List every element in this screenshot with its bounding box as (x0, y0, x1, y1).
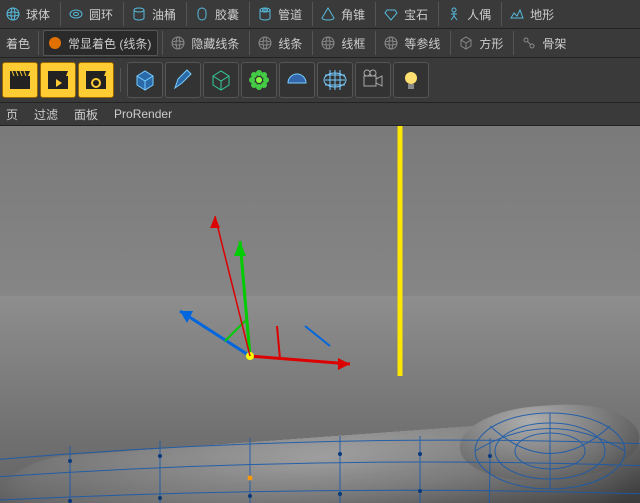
shading-toolbar: 着色 常显着色 (线条) 隐藏线条 线条 线框 等参线 方形 骨架 (0, 29, 640, 58)
divider (513, 31, 514, 55)
shelf-cube[interactable] (127, 62, 163, 98)
primitive-label: 角锥 (341, 6, 365, 23)
menu-item-panel[interactable]: 面板 (74, 106, 98, 123)
divider (438, 2, 439, 26)
figure-icon (445, 5, 463, 23)
shading-label: 骨架 (542, 35, 566, 52)
primitive-label: 油桶 (152, 6, 176, 23)
menu-item-filter[interactable]: 过滤 (34, 106, 58, 123)
divider (120, 68, 121, 92)
shading-skeleton[interactable]: 骨架 (518, 31, 572, 55)
shelf-clapper-play[interactable] (40, 62, 76, 98)
divider (249, 2, 250, 26)
shading-box[interactable]: 方形 (455, 31, 509, 55)
shading-lines[interactable]: 线条 (254, 31, 308, 55)
divider (162, 31, 163, 55)
wiresphere-icon (319, 34, 337, 52)
primitive-cone[interactable]: 角锥 (317, 2, 371, 26)
shelf-hemisphere[interactable] (279, 62, 315, 98)
primitive-capsule[interactable]: 胶囊 (191, 2, 245, 26)
tube-icon (256, 5, 274, 23)
shading-label: 常显着色 (线条) (68, 35, 151, 52)
divider (123, 2, 124, 26)
skeleton-icon (520, 34, 538, 52)
primitive-label: 球体 (26, 6, 50, 23)
shading-isoparms[interactable]: 等参线 (380, 31, 446, 55)
primitive-label: 圆环 (89, 6, 113, 23)
primitive-label: 宝石 (404, 6, 428, 23)
primitive-gem[interactable]: 宝石 (380, 2, 434, 26)
primitive-label: 地形 (530, 6, 554, 23)
shading-wireframe[interactable]: 线框 (317, 31, 371, 55)
divider (186, 2, 187, 26)
primitive-label: 胶囊 (215, 6, 239, 23)
primitive-sphere[interactable]: 球体 (2, 2, 56, 26)
divider (312, 31, 313, 55)
sphere-icon (4, 5, 22, 23)
terrain-icon (508, 5, 526, 23)
shelf-clapper-gear[interactable] (78, 62, 114, 98)
cone-icon (319, 5, 337, 23)
shelf-clapperboard[interactable] (2, 62, 38, 98)
shading-gouraud-lines[interactable]: 常显着色 (线条) (43, 30, 158, 56)
primitive-figure[interactable]: 人偶 (443, 2, 497, 26)
divider (60, 2, 61, 26)
gem-icon (382, 5, 400, 23)
shading-label: 线条 (278, 35, 302, 52)
divider (375, 2, 376, 26)
shading-label: 方形 (479, 35, 503, 52)
capsule-icon (193, 5, 211, 23)
shelf-pen[interactable] (165, 62, 201, 98)
primitive-cylinder[interactable]: 油桶 (128, 2, 182, 26)
primitive-terrain[interactable]: 地形 (506, 2, 560, 26)
divider (501, 2, 502, 26)
shelf-camera[interactable] (355, 62, 391, 98)
divider (450, 31, 451, 55)
divider (375, 31, 376, 55)
shading-label: 线框 (341, 35, 365, 52)
panel-menu: 页 过滤 面板 ProRender (0, 103, 640, 126)
model-object[interactable] (0, 386, 640, 503)
shelf-toolbar (0, 58, 640, 103)
shading-label: 等参线 (404, 35, 440, 52)
torus-icon (67, 5, 85, 23)
divider (312, 2, 313, 26)
viewport[interactable] (0, 126, 640, 503)
primitive-toolbar: 球体 圆环 油桶 胶囊 管道 角锥 宝石 人偶 地形 (0, 0, 640, 29)
divider (38, 31, 39, 55)
wiresphere-icon (382, 34, 400, 52)
primitive-label: 管道 (278, 6, 302, 23)
shelf-grid[interactable] (317, 62, 353, 98)
shelf-flower[interactable] (241, 62, 277, 98)
cylinder-icon (130, 5, 148, 23)
menu-item-prorender[interactable]: ProRender (114, 107, 172, 121)
primitive-tube[interactable]: 管道 (254, 2, 308, 26)
shelf-wirecube[interactable] (203, 62, 239, 98)
shading-hidden-line[interactable]: 隐藏线条 (167, 31, 245, 55)
wirecube-icon (457, 34, 475, 52)
wiresphere-icon (256, 34, 274, 52)
shading-label: 隐藏线条 (191, 35, 239, 52)
divider (249, 31, 250, 55)
menu-item-cut[interactable]: 页 (6, 106, 18, 123)
primitive-torus[interactable]: 圆环 (65, 2, 119, 26)
dot-icon (46, 34, 64, 52)
wiresphere-icon (169, 34, 187, 52)
primitive-label: 人偶 (467, 6, 491, 23)
shelf-light[interactable] (393, 62, 429, 98)
shade-label: 着色 (2, 35, 34, 52)
